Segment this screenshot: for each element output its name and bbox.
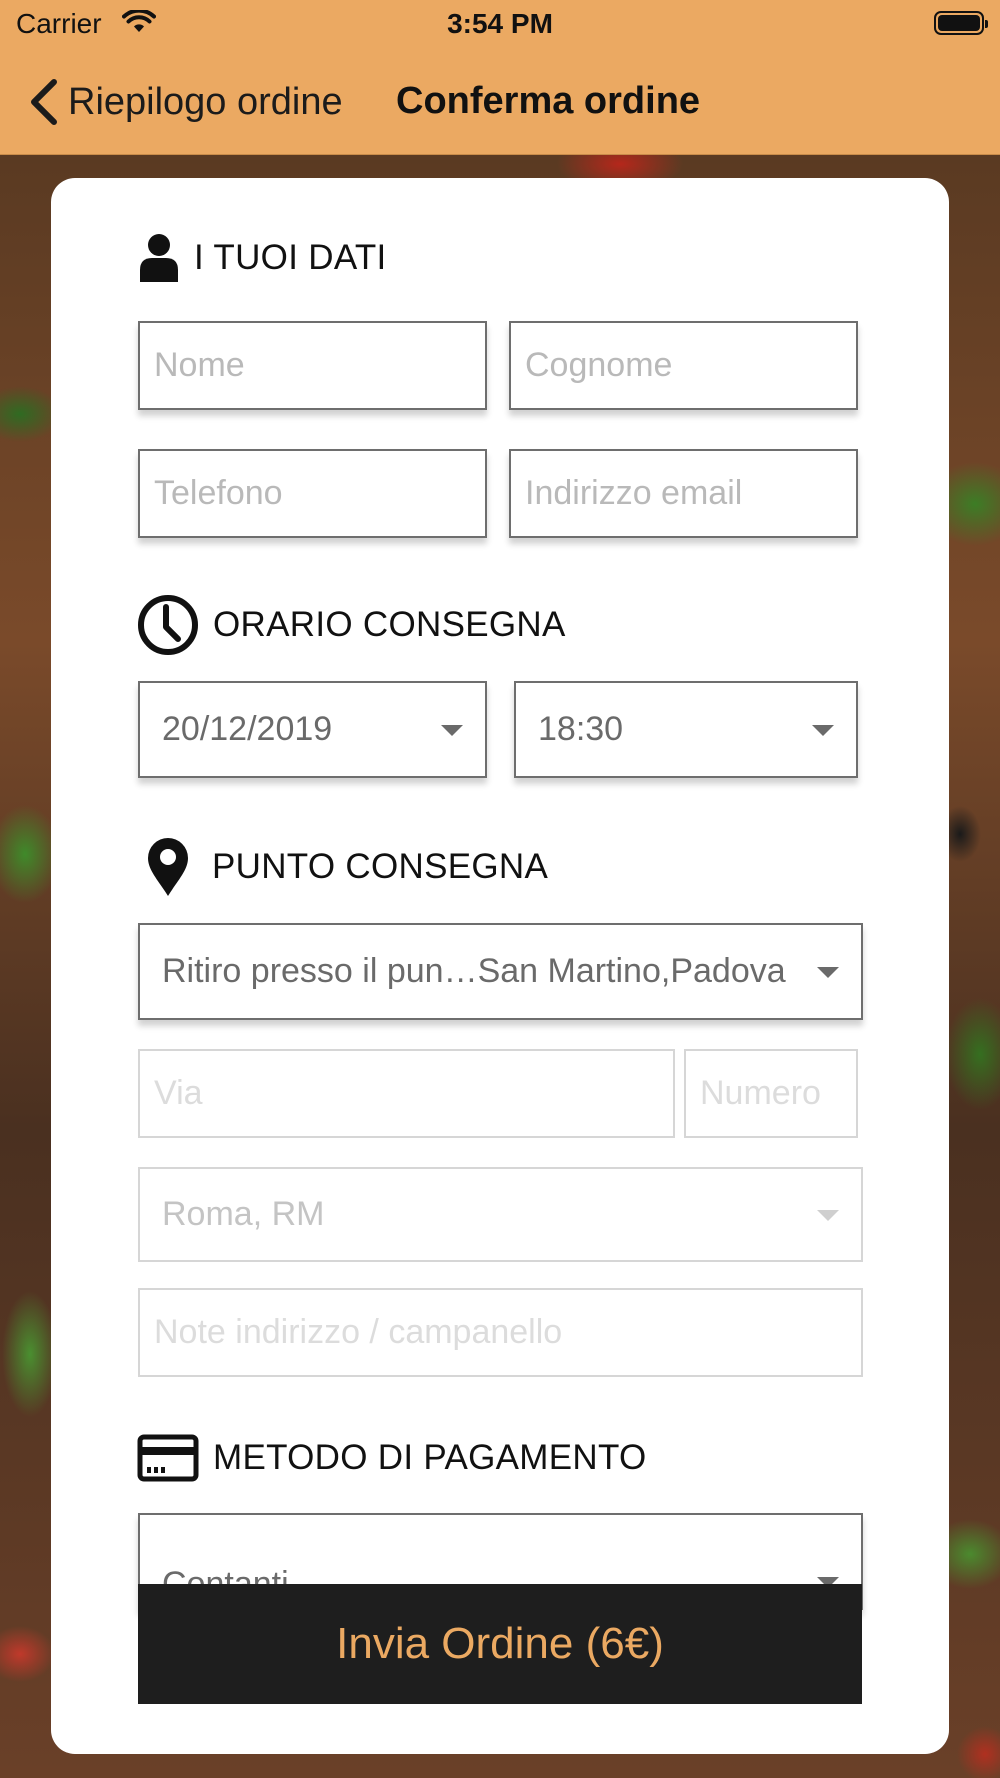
delivery-point-select[interactable]: Ritiro presso il pun…San Martino,Padova (138, 923, 863, 1020)
delivery-date-value: 20/12/2019 (162, 710, 333, 748)
order-form-card: I TUOI DATI Nome Cognome Telefono Indiri… (51, 178, 949, 1754)
caret-down-icon (812, 724, 834, 736)
location-pin-icon (148, 838, 188, 896)
email-input[interactable]: Indirizzo email (509, 449, 858, 538)
city-value: Roma, RM (162, 1195, 325, 1233)
address-notes-input[interactable]: Note indirizzo / campanello (138, 1288, 863, 1377)
phone-placeholder: Telefono (154, 474, 283, 512)
clock-time: 3:54 PM (447, 8, 553, 39)
street-placeholder: Via (154, 1074, 203, 1112)
chevron-left-icon (31, 79, 57, 125)
street-number-placeholder: Numero (700, 1074, 821, 1112)
delivery-date-select[interactable]: 20/12/2019 (138, 681, 487, 778)
credit-card-icon (137, 1434, 199, 1482)
delivery-point-value: Ritiro presso il pun…San Martino,Padova (162, 952, 786, 990)
first-name-placeholder: Nome (154, 346, 245, 384)
page-title: Conferma ordine (396, 80, 701, 122)
section-personal-header: I TUOI DATI (138, 232, 387, 284)
city-select[interactable]: Roma, RM (138, 1167, 863, 1262)
last-name-placeholder: Cognome (525, 346, 673, 384)
status-bar: Carrier 3:54 PM (0, 0, 1000, 50)
section-delivery-point-header: PUNTO CONSEGNA (146, 836, 548, 898)
navigation-bar: Riepilogo ordine Conferma ordine (0, 50, 1000, 155)
caret-down-icon (817, 966, 839, 978)
last-name-input[interactable]: Cognome (509, 321, 858, 410)
street-number-input[interactable]: Numero (684, 1049, 858, 1138)
caret-down-icon (817, 1209, 839, 1221)
caret-down-icon (441, 724, 463, 736)
submit-order-label: Invia Ordine (6€) (336, 1619, 664, 1668)
section-time-title: ORARIO CONSEGNA (213, 605, 566, 644)
email-placeholder: Indirizzo email (525, 474, 743, 512)
clock-icon (138, 595, 198, 655)
street-input[interactable]: Via (138, 1049, 675, 1138)
section-payment-title: METODO DI PAGAMENTO (213, 1438, 647, 1477)
delivery-time-value: 18:30 (538, 710, 624, 748)
address-notes-placeholder: Note indirizzo / campanello (154, 1313, 563, 1351)
section-time-header: ORARIO CONSEGNA (137, 594, 566, 656)
section-personal-title: I TUOI DATI (194, 238, 387, 277)
back-button[interactable]: Riepilogo ordine (26, 74, 343, 130)
user-icon (140, 234, 178, 282)
back-button-label: Riepilogo ordine (68, 80, 343, 123)
section-delivery-point-title: PUNTO CONSEGNA (212, 847, 549, 886)
battery-icon (934, 11, 988, 35)
phone-input[interactable]: Telefono (138, 449, 487, 538)
first-name-input[interactable]: Nome (138, 321, 487, 410)
section-payment-header: METODO DI PAGAMENTO (137, 1434, 647, 1482)
submit-order-button[interactable]: Invia Ordine (6€) (138, 1584, 862, 1704)
delivery-time-select[interactable]: 18:30 (514, 681, 858, 778)
